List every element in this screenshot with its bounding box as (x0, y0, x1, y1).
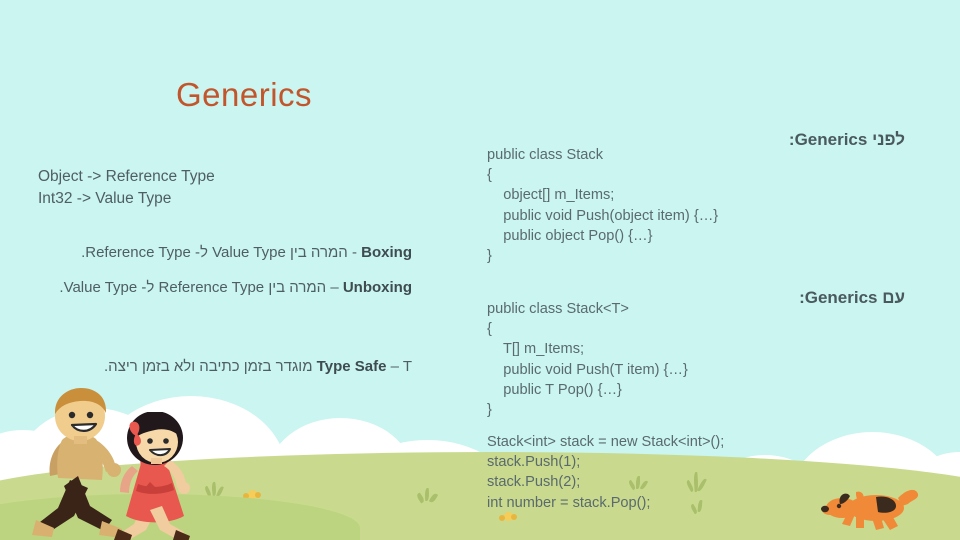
cloud-icon (790, 432, 955, 540)
type-mapping-value: Object -> Reference Type Int32 -> Value … (38, 168, 215, 207)
cloud-icon (96, 396, 286, 540)
running-dog (821, 489, 919, 530)
walking-boy (32, 388, 122, 538)
cloud-icon (0, 430, 88, 540)
type-safe-block: Type Safe – T מוגדר בזמן כתיבה ולא בזמן … (20, 356, 412, 377)
boxing-term: Boxing (361, 244, 412, 261)
unboxing-term: Unboxing (342, 279, 412, 296)
page-title: Generics (176, 76, 313, 113)
type-safe-term: Type Safe (316, 358, 387, 375)
unboxing-line: Unboxing – המרה בין Reference Type ל- Va… (20, 277, 412, 298)
before-generics-heading: לפני Generics: (788, 130, 905, 149)
boxing-description: המרה בין Value Type ל- Reference Type. (81, 244, 348, 261)
cloud-icon (18, 408, 168, 528)
unboxing-description: המרה בין Reference Type ל- Value Type. (59, 279, 327, 296)
with-generics-code: public class Stack<T> { T[] m_Items; pub… (487, 301, 688, 419)
before-generics-code: public class Stack { object[] m_Items; p… (487, 147, 719, 265)
walking-girl (114, 412, 190, 540)
cloud-icon (268, 418, 413, 533)
green-hill-foreground (0, 494, 360, 540)
boxing-separator: - (347, 244, 362, 261)
usage-example-code: Stack<int> stack = new Stack<int>(); sta… (487, 434, 725, 511)
slide-canvas: Generics Object -> Reference Type Int32 … (0, 0, 960, 540)
boxing-line: Boxing - המרה בין Value Type ל- Referenc… (20, 242, 412, 263)
with-generics-heading: עם Generics: (799, 288, 905, 307)
green-hill (0, 452, 960, 540)
cloud-icon (900, 452, 960, 540)
boxing-unboxing-block: Boxing - המרה בין Value Type ל- Referenc… (20, 242, 412, 298)
flower-icon (499, 512, 517, 521)
unboxing-separator: – (326, 279, 343, 296)
flower-icon (243, 490, 261, 499)
type-safe-separator: – (386, 358, 403, 375)
type-mapping-text: Object -> Reference Type Int32 -> Value … (38, 166, 215, 210)
